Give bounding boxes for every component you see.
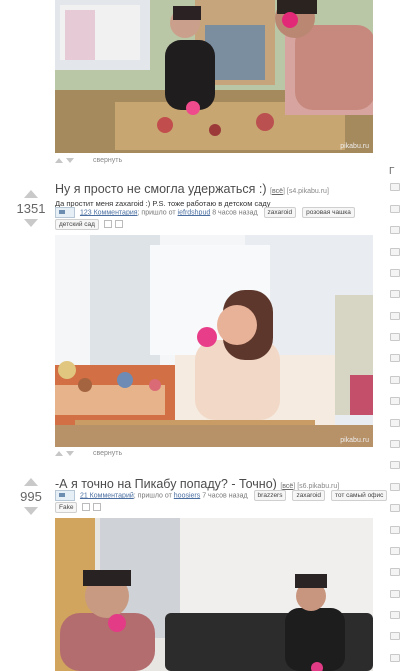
sidebar-item-icon[interactable] xyxy=(390,333,400,341)
photo-office-two-people xyxy=(55,518,373,671)
sidebar-item-icon[interactable] xyxy=(390,248,400,256)
photo-watermark: pikabu.ru xyxy=(340,143,369,150)
mini-upvote-icon[interactable] xyxy=(55,157,63,163)
sidebar-item-icon[interactable] xyxy=(390,568,400,576)
post-time: 8 часов назад xyxy=(212,209,258,217)
post-type-icon[interactable] xyxy=(55,490,75,501)
post-image-previous[interactable]: pikabu.ru xyxy=(55,0,373,153)
post-feed: pikabu.ru свернуть 1351 Ну я просто не с… xyxy=(0,0,400,671)
post-image[interactable]: pikabu.ru xyxy=(55,235,373,447)
mini-downvote-icon[interactable] xyxy=(66,157,74,163)
sidebar-item-icon[interactable] xyxy=(390,312,400,320)
author-link[interactable]: hoosiers xyxy=(174,492,200,499)
downvote-icon[interactable] xyxy=(24,507,38,515)
sidebar-item-icon[interactable] xyxy=(390,269,400,277)
post-title-link[interactable]: Ну я просто не смогла удержаться :) xyxy=(55,182,267,196)
rating-value: 995 xyxy=(20,489,42,504)
post-rating: 1351 xyxy=(14,190,48,227)
post-image[interactable] xyxy=(55,518,373,671)
save-icon[interactable] xyxy=(82,503,91,512)
mini-downvote-icon[interactable] xyxy=(66,450,74,456)
tag[interactable]: zaxaroid xyxy=(292,490,326,502)
sidebar-edge: Г xyxy=(387,160,400,671)
comments-link[interactable]: 123 Комментария xyxy=(80,209,138,216)
sidebar-item-icon[interactable] xyxy=(390,483,400,491)
tag[interactable]: zaxaroid xyxy=(263,207,297,219)
sidebar-item-icon[interactable] xyxy=(390,526,400,534)
sidebar-item-icon[interactable] xyxy=(390,504,400,512)
sidebar-item-icon[interactable] xyxy=(390,205,400,213)
post-source: [всё] [s6.pikabu.ru] xyxy=(280,483,340,490)
photo-woman-pink-cup xyxy=(55,235,373,447)
sidebar-item-icon[interactable] xyxy=(390,354,400,362)
post-title-link[interactable]: -А я точно на Пикабу попаду? - Точно) xyxy=(55,477,277,491)
sidebar-item-icon[interactable] xyxy=(390,632,400,640)
post-rating: 995 xyxy=(14,478,48,515)
post-title-line: Ну я просто не смогла удержаться :) [всё… xyxy=(55,182,329,196)
author-link[interactable]: iefrdshpud xyxy=(178,209,211,216)
post-meta-tags-row: детский сад xyxy=(55,219,123,231)
sidebar-item-icon[interactable] xyxy=(390,461,400,469)
sidebar-item-icon[interactable] xyxy=(390,290,400,298)
sidebar-heading-fragment: Г xyxy=(389,166,395,177)
sidebar-item-icon[interactable] xyxy=(390,397,400,405)
photo-watermark: pikabu.ru xyxy=(340,437,369,444)
sidebar-item-icon[interactable] xyxy=(390,654,400,662)
post-time: 7 часов назад xyxy=(202,492,248,500)
save-icon[interactable] xyxy=(103,220,112,229)
post-actions: свернуть xyxy=(55,450,122,460)
photo-classroom-two-people xyxy=(55,0,373,153)
mini-upvote-icon[interactable] xyxy=(55,450,63,456)
collapse-link[interactable]: свернуть xyxy=(93,450,122,457)
sidebar-item-icon[interactable] xyxy=(390,376,400,384)
downvote-icon[interactable] xyxy=(24,219,38,227)
sidebar-item-icon[interactable] xyxy=(390,419,400,427)
upvote-icon[interactable] xyxy=(24,478,38,486)
sidebar-item-icon[interactable] xyxy=(390,611,400,619)
tag[interactable]: детский сад xyxy=(55,219,99,230)
upvote-icon[interactable] xyxy=(24,190,38,198)
post-meta: 123 Комментария; пришло от iefrdshpud 8 … xyxy=(55,207,355,219)
source-link[interactable]: всё xyxy=(272,188,283,195)
post-actions-previous: свернуть xyxy=(55,157,122,167)
share-icon[interactable] xyxy=(114,220,123,229)
post-source: [всё] [s4.pikabu.ru] xyxy=(269,188,329,195)
collapse-link[interactable]: свернуть xyxy=(93,157,122,164)
post-meta: 21 Комментарий; пришло от hoosiers 7 час… xyxy=(55,490,388,502)
sidebar-item-icon[interactable] xyxy=(390,590,400,598)
sidebar-item-icon[interactable] xyxy=(390,547,400,555)
tag[interactable]: brazzers xyxy=(253,490,287,502)
comments-link[interactable]: 21 Комментарий xyxy=(80,492,134,499)
sidebar-item-icon[interactable] xyxy=(390,183,400,191)
tag[interactable]: Fake xyxy=(55,502,78,513)
sidebar-item-icon[interactable] xyxy=(390,226,400,234)
share-icon[interactable] xyxy=(93,503,102,512)
rating-value: 1351 xyxy=(16,201,46,216)
post-type-icon[interactable] xyxy=(55,207,75,218)
post-meta-tags-row: Fake xyxy=(55,502,102,514)
source-link[interactable]: всё xyxy=(282,483,293,490)
post-title-line: -А я точно на Пикабу попаду? - Точно) [в… xyxy=(55,477,339,491)
tag[interactable]: тот самый офис xyxy=(330,490,388,502)
sidebar-item-icon[interactable] xyxy=(390,440,400,448)
tag[interactable]: розовая чашка xyxy=(302,207,355,219)
